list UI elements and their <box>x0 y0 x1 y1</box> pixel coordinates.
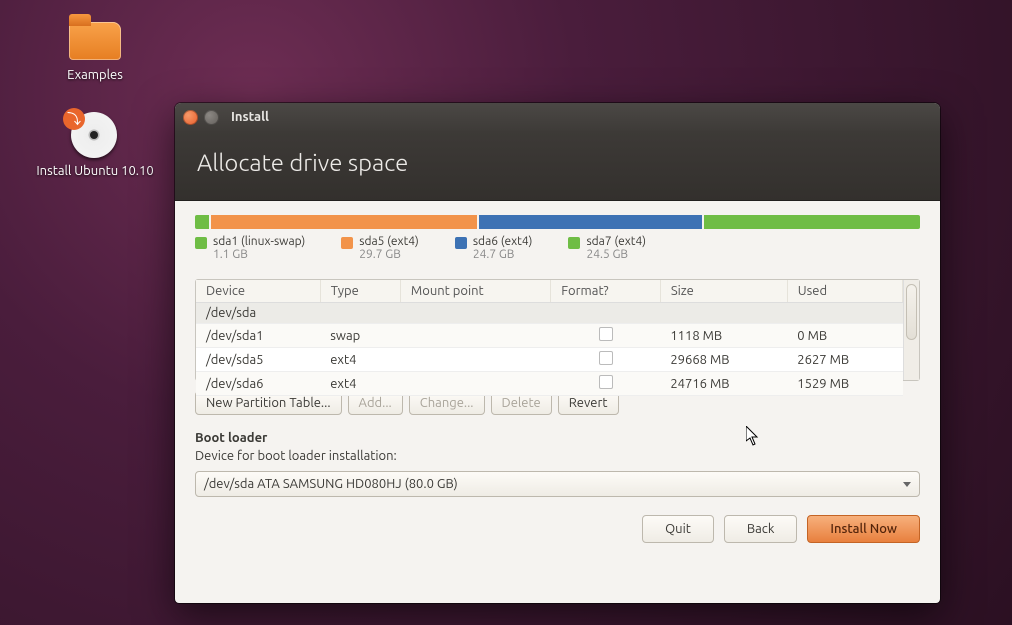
table-cell <box>551 303 661 324</box>
titlebar[interactable]: Install <box>175 103 940 131</box>
partition-table: DeviceTypeMount pointFormat?SizeUsed /de… <box>195 279 920 381</box>
legend-item: sda7 (ext4)24.5 GB <box>568 235 646 261</box>
legend-swatch <box>195 237 207 249</box>
close-icon[interactable] <box>183 110 198 125</box>
page-heading: Allocate drive space <box>175 131 940 201</box>
back-button[interactable]: Back <box>724 515 798 543</box>
column-header[interactable]: Mount point <box>400 280 550 303</box>
installer-window: Install Allocate drive space sda1 (linux… <box>175 103 940 603</box>
table-cell: 2627 MB <box>787 348 902 372</box>
folder-icon <box>69 22 121 60</box>
format-checkbox[interactable] <box>551 348 661 372</box>
table-cell: 1529 MB <box>787 372 902 396</box>
table-cell: ext4 <box>320 372 400 396</box>
table-cell: /dev/sda6 <box>196 372 320 396</box>
partition-segment <box>211 215 477 229</box>
boot-loader-label: Device for boot loader installation: <box>195 449 920 463</box>
wizard-footer: Quit Back Install Now <box>195 515 920 543</box>
legend-size: 24.5 GB <box>586 248 646 261</box>
column-header[interactable]: Format? <box>551 280 661 303</box>
desktop-icon-label: Install Ubuntu 10.10 <box>30 164 160 178</box>
chevron-down-icon <box>903 482 911 487</box>
table-cell: /dev/sda5 <box>196 348 320 372</box>
legend-label: sda1 (linux-swap) <box>213 235 305 248</box>
legend-label: sda5 (ext4) <box>359 235 419 248</box>
table-cell: 0 MB <box>787 324 902 348</box>
table-cell <box>660 303 787 324</box>
partition-legend: sda1 (linux-swap)1.1 GB sda5 (ext4)29.7 G… <box>195 235 920 261</box>
legend-item: sda6 (ext4)24.7 GB <box>455 235 533 261</box>
table-row[interactable]: /dev/sda6ext4 24716 MB1529 MB <box>196 372 903 396</box>
boot-loader-device-value: /dev/sda ATA SAMSUNG HD080HJ (80.0 GB) <box>204 477 458 491</box>
legend-swatch <box>568 237 580 249</box>
boot-loader-heading: Boot loader <box>195 431 920 445</box>
legend-label: sda6 (ext4) <box>473 235 533 248</box>
table-cell: /dev/sda <box>196 303 320 324</box>
partition-segment <box>195 215 209 229</box>
legend-size: 24.7 GB <box>473 248 533 261</box>
legend-swatch <box>341 237 353 249</box>
window-title: Install <box>231 110 269 124</box>
column-header[interactable]: Type <box>320 280 400 303</box>
column-header[interactable]: Device <box>196 280 320 303</box>
boot-loader-section: Boot loader Device for boot loader insta… <box>195 431 920 497</box>
table-cell: swap <box>320 324 400 348</box>
legend-item: sda1 (linux-swap)1.1 GB <box>195 235 305 261</box>
format-checkbox[interactable] <box>551 324 661 348</box>
legend-label: sda7 (ext4) <box>586 235 646 248</box>
partition-segment <box>704 215 920 229</box>
legend-size: 29.7 GB <box>359 248 419 261</box>
scrollbar-thumb[interactable] <box>906 284 917 340</box>
content-area: sda1 (linux-swap)1.1 GB sda5 (ext4)29.7 G… <box>175 201 940 603</box>
install-now-button[interactable]: Install Now <box>807 515 920 543</box>
table-cell <box>400 303 550 324</box>
quit-button[interactable]: Quit <box>642 515 714 543</box>
table-cell: ext4 <box>320 348 400 372</box>
install-arrow-icon: ⤵ <box>63 108 85 130</box>
column-header[interactable]: Used <box>787 280 902 303</box>
minimize-icon[interactable] <box>204 110 219 125</box>
table-row[interactable]: /dev/sda1swap 1118 MB0 MB <box>196 324 903 348</box>
table-scrollbar[interactable] <box>903 280 919 380</box>
table-cell: 24716 MB <box>660 372 787 396</box>
legend-item: sda5 (ext4)29.7 GB <box>341 235 419 261</box>
table-cell <box>400 348 550 372</box>
table-cell <box>787 303 902 324</box>
desktop-icon-label: Examples <box>40 68 150 82</box>
desktop-icon-examples[interactable]: Examples <box>40 12 150 82</box>
table-cell <box>400 372 550 396</box>
column-header[interactable]: Size <box>660 280 787 303</box>
boot-loader-device-select[interactable]: /dev/sda ATA SAMSUNG HD080HJ (80.0 GB) <box>195 471 920 497</box>
desktop-icon-install-ubuntu[interactable]: ⤵ Install Ubuntu 10.10 <box>30 108 160 178</box>
table-cell: /dev/sda1 <box>196 324 320 348</box>
table-cell <box>400 324 550 348</box>
table-group-row[interactable]: /dev/sda <box>196 303 903 324</box>
format-checkbox[interactable] <box>551 372 661 396</box>
table-cell: 1118 MB <box>660 324 787 348</box>
table-row[interactable]: /dev/sda5ext4 29668 MB2627 MB <box>196 348 903 372</box>
table-cell <box>320 303 400 324</box>
legend-size: 1.1 GB <box>213 248 305 261</box>
partition-bar <box>195 215 920 229</box>
legend-swatch <box>455 237 467 249</box>
partition-segment <box>479 215 702 229</box>
table-cell: 29668 MB <box>660 348 787 372</box>
